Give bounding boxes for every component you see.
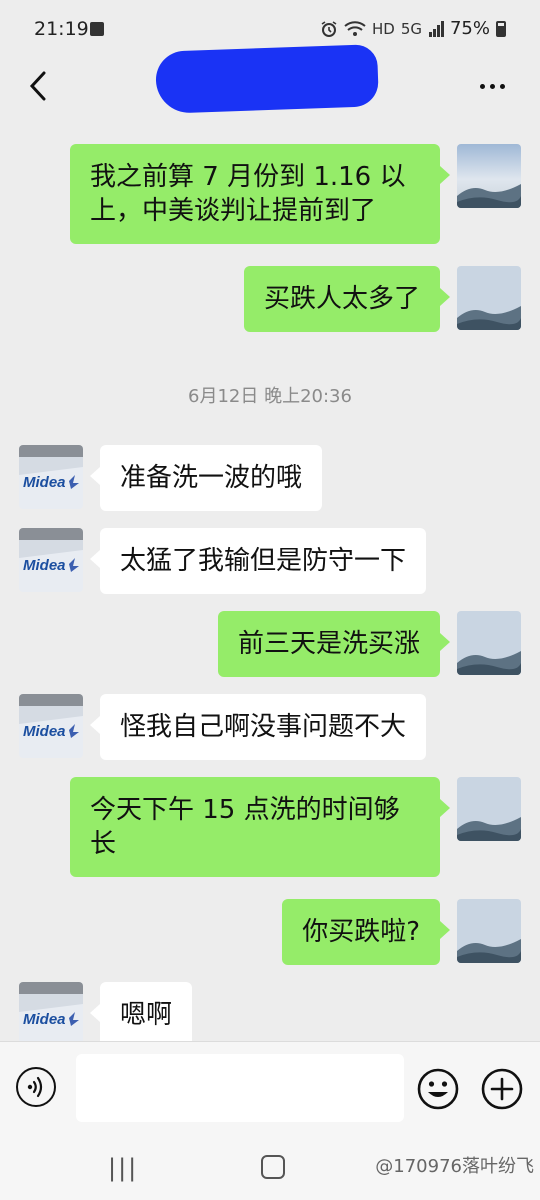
more-button[interactable] (470, 64, 514, 108)
svg-text:Midea: Midea (23, 557, 66, 574)
timestamp: 6月12日 晚上20:36 (188, 386, 352, 407)
chat-header (0, 44, 540, 120)
message-text: 你买跌啦? (302, 917, 420, 947)
message-text: 我之前算 7 月份到 1.16 以上，中美谈判让提前到了 (90, 162, 406, 226)
svg-text:Midea: Midea (23, 1011, 66, 1028)
contact-avatar[interactable]: Midea (19, 694, 83, 758)
message-bubble-sent[interactable]: 今天下午 15 点洗的时间够长 (70, 777, 450, 877)
message-row: 前三天是洗买涨 (0, 611, 540, 677)
chat-messages[interactable]: 我之前算 7 月份到 1.16 以上，中美谈判让提前到了 买跌人太多了 6月12… (0, 120, 540, 1041)
more-dot (479, 83, 485, 89)
landscape-avatar-image (457, 611, 521, 675)
message-text: 嗯啊 (120, 1000, 173, 1030)
svg-text:Midea: Midea (23, 723, 66, 740)
midea-avatar-image: Midea (19, 982, 83, 1041)
status-time: 21:19 (34, 18, 89, 40)
voice-icon (27, 1076, 43, 1098)
landscape-avatar-image (457, 899, 521, 963)
more-dot (499, 83, 505, 89)
more-dot (489, 83, 495, 89)
status-icons: HD 5G 75% (320, 18, 506, 39)
message-text: 准备洗一波的哦 (120, 463, 303, 493)
contact-avatar[interactable]: Midea (19, 445, 83, 509)
message-row: Midea 怪我自己啊没事问题不大 (0, 694, 540, 760)
message-bubble-sent[interactable]: 前三天是洗买涨 (217, 611, 451, 677)
midea-avatar-image: Midea (19, 445, 83, 509)
battery-icon (496, 20, 506, 37)
message-bubble-received[interactable]: 太猛了我输但是防守一下 (89, 528, 427, 594)
watermark-text: @170976落叶纷飞 (375, 1156, 534, 1177)
message-input[interactable] (76, 1054, 404, 1122)
notification-check-icon (90, 22, 104, 36)
message-bubble-sent[interactable]: 你买跌啦? (282, 899, 450, 965)
midea-avatar-image: Midea (19, 528, 83, 592)
my-avatar[interactable] (457, 899, 521, 963)
message-row: 你买跌啦? (0, 899, 540, 965)
message-bubble-sent[interactable]: 我之前算 7 月份到 1.16 以上，中美谈判让提前到了 (70, 144, 450, 244)
landscape-avatar-image (457, 144, 521, 208)
message-row: 我之前算 7 月份到 1.16 以上，中美谈判让提前到了 (0, 144, 540, 244)
message-text: 前三天是洗买涨 (237, 629, 420, 659)
midea-avatar-image: Midea (19, 694, 83, 758)
network-label: 5G (400, 19, 422, 38)
alarm-icon (321, 20, 337, 37)
message-text: 今天下午 15 点洗的时间够长 (90, 795, 400, 859)
message-row: Midea 准备洗一波的哦 (0, 445, 540, 511)
chevron-left-icon (29, 71, 46, 101)
message-row: 今天下午 15 点洗的时间够长 (0, 777, 540, 877)
message-row: 买跌人太多了 (0, 266, 540, 332)
input-bar (0, 1041, 540, 1139)
landscape-avatar-image (457, 266, 521, 330)
system-navigation-bar: ||| @170976落叶纷飞 (0, 1138, 540, 1200)
message-bubble-received[interactable]: 准备洗一波的哦 (89, 445, 323, 511)
landscape-avatar-image (457, 777, 521, 841)
my-avatar[interactable] (457, 144, 521, 208)
contact-avatar[interactable]: Midea (19, 528, 83, 592)
message-row: Midea 嗯啊 (0, 982, 540, 1041)
message-bubble-received[interactable]: 嗯啊 (89, 982, 193, 1041)
back-button[interactable] (16, 64, 60, 108)
recent-apps-button[interactable]: ||| (108, 1154, 138, 1182)
contact-avatar[interactable]: Midea (19, 982, 83, 1041)
svg-text:Midea: Midea (23, 474, 66, 491)
title-redaction (154, 44, 380, 114)
message-text: 太猛了我输但是防守一下 (120, 546, 407, 576)
message-row: Midea 太猛了我输但是防守一下 (0, 528, 540, 594)
emoji-button[interactable] (416, 1067, 460, 1111)
my-avatar[interactable] (457, 266, 521, 330)
message-bubble-sent[interactable]: 买跌人太多了 (243, 266, 451, 332)
voice-button[interactable] (16, 1067, 56, 1107)
my-avatar[interactable] (457, 611, 521, 675)
wifi-icon (344, 20, 366, 36)
hd-label: HD (371, 19, 395, 38)
home-button[interactable] (261, 1155, 285, 1179)
signal-icon (428, 20, 444, 37)
message-text: 买跌人太多了 (263, 284, 420, 314)
message-bubble-received[interactable]: 怪我自己啊没事问题不大 (89, 694, 427, 760)
emoji-icon (417, 1068, 459, 1110)
plus-icon (481, 1068, 523, 1110)
my-avatar[interactable] (457, 777, 521, 841)
plus-button[interactable] (480, 1067, 524, 1111)
battery-level: 75% (449, 18, 490, 39)
message-text: 怪我自己啊没事问题不大 (120, 712, 407, 742)
